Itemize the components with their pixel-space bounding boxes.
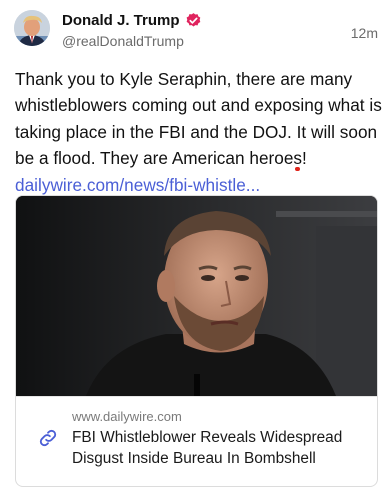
card-image[interactable] — [16, 196, 377, 396]
post-body: Thank you to Kyle Seraphin, there are ma… — [15, 66, 385, 198]
author-handle[interactable]: @realDonaldTrump — [62, 33, 184, 49]
post-timestamp[interactable]: 12m — [351, 25, 378, 41]
man-portrait-icon — [16, 196, 377, 396]
verified-badge-icon — [185, 12, 202, 29]
card-title[interactable]: FBI Whistleblower Reveals Widespread Dis… — [72, 427, 367, 469]
post-link[interactable]: dailywire.com/news/fbi-whistle... — [15, 175, 260, 195]
author-name-text[interactable]: Donald J. Trump — [62, 12, 180, 29]
link-icon — [37, 427, 59, 449]
link-preview-card[interactable]: www.dailywire.com FBI Whistleblower Reve… — [15, 195, 378, 487]
post-header: Donald J. Trump @realDonaldTrump 12m — [0, 0, 392, 60]
card-domain: www.dailywire.com — [72, 409, 182, 424]
author-name[interactable]: Donald J. Trump — [62, 12, 202, 29]
card-footer[interactable]: www.dailywire.com FBI Whistleblower Reve… — [16, 396, 377, 486]
author-avatar[interactable] — [14, 10, 50, 46]
post-text-closing: They are American heroes! — [95, 148, 307, 169]
